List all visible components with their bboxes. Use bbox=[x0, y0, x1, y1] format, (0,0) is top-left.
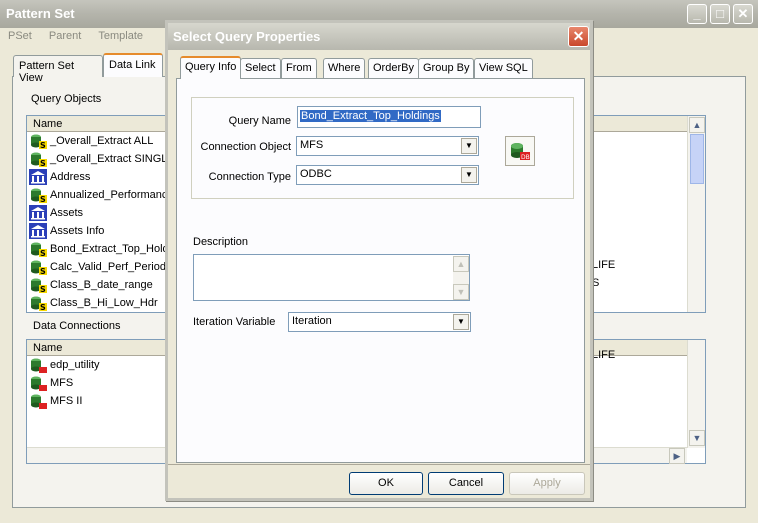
maximize-button[interactable]: □ bbox=[710, 4, 730, 24]
svg-text:S: S bbox=[40, 159, 46, 167]
connection-object-select[interactable]: MFS ▼ bbox=[296, 136, 479, 156]
list-item-label: Assets Info bbox=[50, 225, 105, 237]
bank-icon bbox=[29, 223, 47, 240]
description-scrollbar[interactable]: ▲ ▼ bbox=[453, 256, 469, 300]
sql-db-icon: S bbox=[29, 295, 47, 312]
sql-db-icon: S bbox=[29, 277, 47, 294]
bank-icon bbox=[29, 169, 47, 186]
right-fragment-3: LIFE bbox=[592, 349, 616, 361]
sql-db-icon: S bbox=[29, 187, 47, 204]
menu-pset[interactable]: PSet bbox=[8, 30, 32, 42]
ok-button[interactable]: OK bbox=[349, 472, 423, 495]
list-item-label: edp_utility bbox=[50, 359, 100, 371]
svg-text:S: S bbox=[40, 267, 46, 275]
sql-db-icon: S bbox=[29, 241, 47, 258]
tab-label: From bbox=[286, 62, 312, 74]
apply-button[interactable]: Apply bbox=[509, 472, 585, 495]
menu-template[interactable]: Template bbox=[98, 30, 143, 42]
window-title: Pattern Set bbox=[6, 6, 75, 21]
right-fragment-1: LIFE bbox=[592, 259, 616, 271]
tab-label: Data Link bbox=[109, 59, 156, 71]
bank-icon bbox=[29, 205, 47, 222]
list-item-label: MFS bbox=[50, 377, 74, 389]
connection-type-label: Connection Type bbox=[208, 171, 291, 183]
database-icon: DB bbox=[511, 143, 530, 161]
dialog-title: Select Query Properties bbox=[173, 29, 321, 44]
iteration-variable-value: Iteration bbox=[292, 315, 332, 327]
svg-text:S: S bbox=[40, 303, 46, 311]
connection-object-value: MFS bbox=[300, 139, 324, 151]
chevron-down-icon[interactable]: ▼ bbox=[461, 167, 477, 183]
data-connections-label: Data Connections bbox=[33, 320, 121, 332]
iteration-variable-select[interactable]: Iteration ▼ bbox=[288, 312, 471, 332]
svg-text:S: S bbox=[40, 141, 46, 149]
list-item-label: _Overall_Extract ALL bbox=[50, 135, 154, 147]
database-icon bbox=[29, 375, 47, 392]
tab-label: Query Info bbox=[185, 61, 237, 73]
list-item-label: MFS II bbox=[50, 395, 83, 407]
description-label: Description bbox=[193, 236, 249, 248]
dialog-title-bar: Select Query Properties bbox=[168, 23, 590, 50]
list-item-label: Class_B_date_range bbox=[50, 279, 153, 291]
list-item-label: Class_B_Hi_Low_Hdr bbox=[50, 297, 158, 309]
tab-label: View SQL bbox=[479, 62, 528, 74]
iteration-variable-label: Iteration Variable bbox=[193, 316, 276, 328]
scroll-right-button[interactable]: ▶ bbox=[669, 448, 685, 464]
svg-text:S: S bbox=[40, 195, 46, 203]
menu-parent[interactable]: Parent bbox=[49, 30, 81, 42]
tab-label: Select bbox=[245, 62, 276, 74]
chevron-down-icon[interactable]: ▼ bbox=[461, 138, 477, 154]
svg-text:DB: DB bbox=[521, 154, 530, 161]
tab-orderby[interactable]: OrderBy bbox=[368, 58, 419, 78]
tab-select[interactable]: Select bbox=[240, 58, 281, 78]
database-icon bbox=[29, 357, 47, 374]
sql-db-icon: S bbox=[29, 151, 47, 168]
scroll-up-button[interactable]: ▲ bbox=[453, 256, 469, 272]
data-connections-scrollbar[interactable]: ▼ bbox=[687, 340, 705, 448]
scroll-down-button[interactable]: ▼ bbox=[689, 430, 705, 446]
tab-label: Where bbox=[328, 62, 361, 74]
query-info-panel: Query Name Bond_Extract_Top_Holdings Con… bbox=[176, 78, 585, 463]
connection-object-label: Connection Object bbox=[200, 141, 292, 153]
cancel-button[interactable]: Cancel bbox=[428, 472, 504, 495]
query-objects-label: Query Objects bbox=[31, 93, 102, 105]
database-icon bbox=[29, 393, 47, 410]
tab-query-info[interactable]: Query Info bbox=[180, 56, 242, 79]
sql-db-icon: S bbox=[29, 133, 47, 150]
svg-text:S: S bbox=[40, 249, 46, 257]
connection-db-button[interactable]: DB bbox=[505, 136, 535, 166]
minimize-button[interactable]: _ bbox=[687, 4, 707, 24]
right-fragment-2: S bbox=[592, 277, 600, 289]
scroll-down-button[interactable]: ▼ bbox=[453, 284, 469, 300]
list-item-label: Address bbox=[50, 171, 91, 183]
tab-data-link[interactable]: Data Link bbox=[103, 53, 163, 77]
tab-label: Group By bbox=[423, 62, 470, 74]
divider bbox=[168, 464, 590, 465]
dialog-close-button[interactable]: ✕ bbox=[568, 26, 589, 47]
list-item-label: _Overall_Extract SINGLE bbox=[50, 153, 175, 165]
description-textarea[interactable]: ▲ ▼ bbox=[193, 254, 470, 301]
connection-type-select[interactable]: ODBC ▼ bbox=[296, 165, 479, 185]
tab-view-sql[interactable]: View SQL bbox=[474, 58, 533, 78]
tab-pattern-set-view[interactable]: Pattern Set View bbox=[13, 55, 103, 84]
scroll-thumb[interactable] bbox=[690, 134, 704, 184]
svg-text:S: S bbox=[40, 285, 46, 293]
sql-db-icon: S bbox=[29, 259, 47, 276]
query-name-input[interactable]: Bond_Extract_Top_Holdings bbox=[297, 106, 481, 128]
connection-type-value: ODBC bbox=[300, 168, 332, 180]
tab-where[interactable]: Where bbox=[323, 58, 366, 78]
query-name-label: Query Name bbox=[228, 115, 291, 127]
query-objects-scrollbar[interactable]: ▲ bbox=[687, 116, 705, 312]
tab-label: OrderBy bbox=[373, 62, 414, 74]
list-item-label: Annualized_Performance bbox=[50, 189, 174, 201]
list-item-label: Assets bbox=[50, 207, 84, 219]
tab-group-by[interactable]: Group By bbox=[418, 58, 475, 78]
list-item-label: Calc_Valid_Perf_Period bbox=[50, 261, 166, 273]
query-name-value: Bond_Extract_Top_Holdings bbox=[300, 110, 441, 122]
chevron-down-icon[interactable]: ▼ bbox=[453, 314, 469, 330]
scroll-up-button[interactable]: ▲ bbox=[689, 117, 705, 133]
select-query-properties-dialog: Select Query Properties ✕ Query Info Sel… bbox=[165, 20, 593, 501]
close-button[interactable]: ✕ bbox=[733, 4, 753, 24]
tab-from[interactable]: From bbox=[281, 58, 317, 78]
